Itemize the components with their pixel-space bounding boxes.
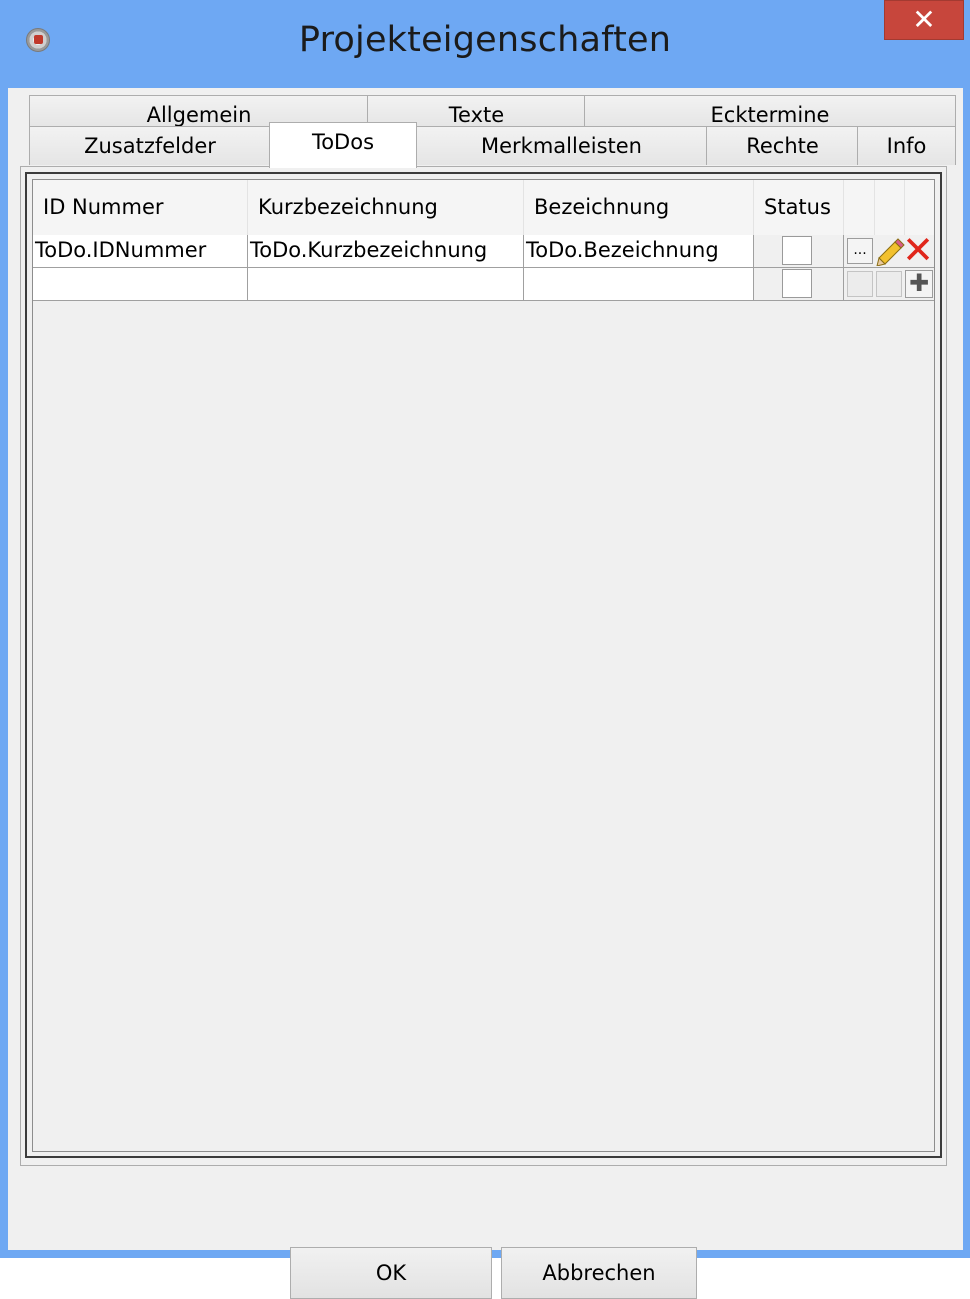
cell-actions: ... ✕ xyxy=(844,235,934,268)
cell-kurzbezeichnung[interactable]: ToDo.Kurzbezeichnung xyxy=(248,235,524,268)
status-checkbox[interactable] xyxy=(782,236,812,265)
ellipsis-button[interactable]: ... xyxy=(847,238,873,264)
dialog-body: Allgemein Texte Ecktermine Zusatzfelder … xyxy=(8,88,963,1299)
title-bar[interactable]: Projekteigenschaften ✕ xyxy=(0,0,970,88)
tab-rechte[interactable]: Rechte xyxy=(706,126,859,165)
add-row-icon[interactable]: ✚ xyxy=(905,270,933,298)
dialog-window: Projekteigenschaften ✕ Allgemein Texte E… xyxy=(0,0,970,1299)
todo-grid-frame: ID Nummer Kurzbezeichnung Bezeichnung St… xyxy=(25,172,942,1158)
close-icon: ✕ xyxy=(912,3,936,36)
new-cell-kurzbezeichnung[interactable] xyxy=(248,268,524,301)
column-header-kurzbezeichnung[interactable]: Kurzbezeichnung xyxy=(248,180,524,235)
cell-id-nummer[interactable]: ToDo.IDNummer xyxy=(33,235,248,268)
todo-grid[interactable]: ID Nummer Kurzbezeichnung Bezeichnung St… xyxy=(32,179,935,1152)
disabled-action-button-1 xyxy=(847,271,873,297)
close-button[interactable]: ✕ xyxy=(884,0,964,40)
new-cell-actions: ✚ xyxy=(844,268,934,301)
new-cell-bezeichnung[interactable] xyxy=(524,268,754,301)
tab-ecktermine[interactable]: Ecktermine xyxy=(584,95,956,128)
column-header-action-3 xyxy=(905,180,934,235)
cell-status xyxy=(754,235,844,268)
tab-info[interactable]: Info xyxy=(857,126,956,165)
column-header-action-2 xyxy=(875,180,905,235)
tab-zusatzfelder[interactable]: Zusatzfelder xyxy=(29,126,271,165)
disabled-action-button-2 xyxy=(876,271,902,297)
pencil-icon[interactable] xyxy=(875,236,905,266)
column-header-bezeichnung[interactable]: Bezeichnung xyxy=(524,180,754,235)
ok-button[interactable]: OK xyxy=(290,1247,492,1299)
column-header-status[interactable]: Status xyxy=(754,180,844,235)
cancel-button[interactable]: Abbrechen xyxy=(501,1247,697,1299)
delete-icon[interactable]: ✕ xyxy=(902,235,934,267)
window-title: Projekteigenschaften xyxy=(298,20,672,60)
tab-todos[interactable]: ToDos xyxy=(269,122,417,168)
new-cell-status xyxy=(754,268,844,301)
cell-bezeichnung[interactable]: ToDo.Bezeichnung xyxy=(524,235,754,268)
column-header-id-nummer[interactable]: ID Nummer xyxy=(33,180,248,235)
tab-merkmalleisten[interactable]: Merkmalleisten xyxy=(415,126,708,165)
ellipsis-icon: ... xyxy=(853,242,867,258)
column-header-action-1 xyxy=(844,180,875,235)
new-cell-id-nummer[interactable] xyxy=(33,268,248,301)
todos-panel: ID Nummer Kurzbezeichnung Bezeichnung St… xyxy=(20,166,947,1166)
new-status-checkbox[interactable] xyxy=(782,269,812,298)
